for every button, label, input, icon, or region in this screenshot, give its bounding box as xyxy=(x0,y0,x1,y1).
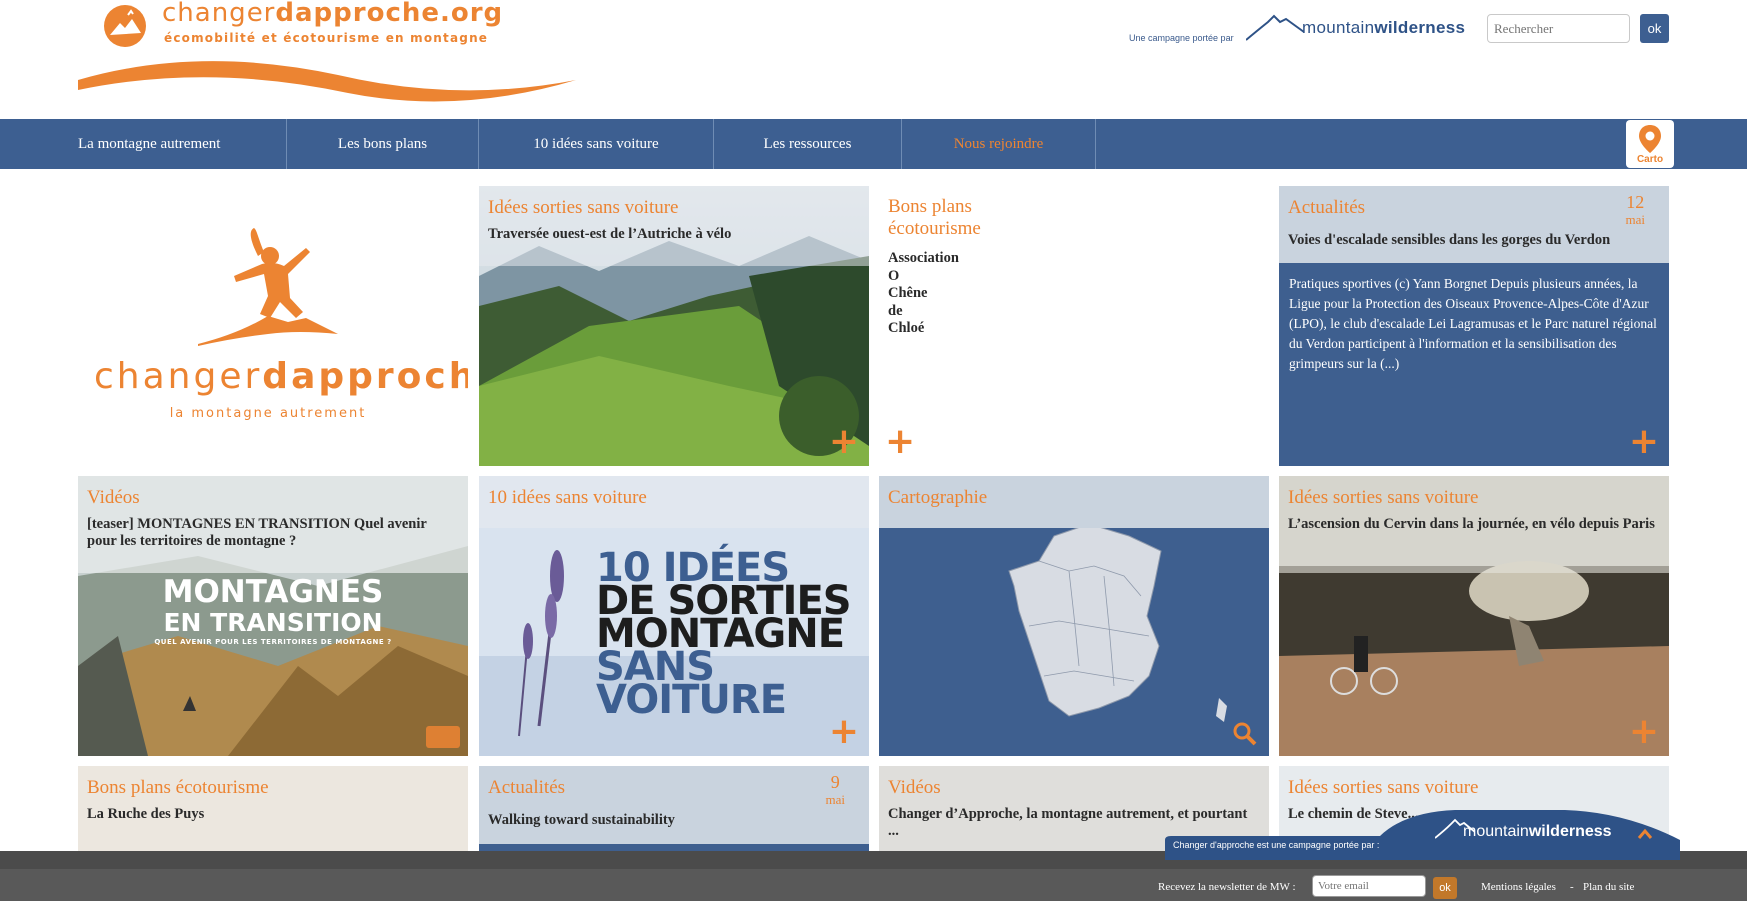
site-tagline: écomobilité et écotourisme en montagne xyxy=(164,31,489,45)
nav-item-ressources[interactable]: Les ressources xyxy=(714,119,902,169)
tile-10-idees[interactable]: 10 IDÉES DE SORTIES MONTAGNE SANS VOITUR… xyxy=(479,476,869,756)
tile-cartographie[interactable]: Cartographie xyxy=(879,476,1269,756)
zoom-search-icon[interactable] xyxy=(1231,720,1259,748)
tile-title: La Ruche des Puys xyxy=(87,806,205,822)
footer-separator: - xyxy=(1570,881,1574,893)
legal-link[interactable]: Mentions légales xyxy=(1481,881,1556,893)
newsletter-submit-button[interactable]: ok xyxy=(1433,877,1457,899)
site-name: changerdapproche.org xyxy=(162,0,504,28)
tile-title: [teaser] MONTAGNES EN TRANSITION Quel av… xyxy=(87,516,427,549)
site-header: changerdapproche.org écomobilité et écot… xyxy=(0,0,1747,119)
tile-ruche-des-puys[interactable]: Bons plans écotourisme La Ruche des Puys xyxy=(78,766,468,851)
tile-bons-plans-chloe[interactable]: Bons plans écotourisme Association O Chê… xyxy=(879,186,1269,466)
logo-mountain-icon xyxy=(104,5,146,47)
map-pin-icon xyxy=(1639,125,1661,153)
nav-item-bons-plans[interactable]: Les bons plans xyxy=(287,119,479,169)
newsletter-email-input[interactable] xyxy=(1312,875,1426,897)
tile-category: Actualités xyxy=(1288,197,1366,218)
hero-logo-tagline: la montagne autrement xyxy=(169,406,367,421)
date-badge: 12 mai xyxy=(1625,192,1646,227)
tile-category: Actualités xyxy=(488,777,566,798)
nav-item-montagne-autrement[interactable]: La montagne autrement xyxy=(78,119,287,169)
plus-icon[interactable]: + xyxy=(829,424,859,460)
tile-title: Association O Chêne de Chloé xyxy=(888,250,959,336)
tile-actualites-verdon[interactable]: Actualités Voies d'escalade sensibles da… xyxy=(1279,186,1669,466)
search-button[interactable]: ok xyxy=(1640,14,1669,43)
jumping-person-logo-icon xyxy=(198,228,338,346)
plus-icon[interactable]: + xyxy=(829,714,859,750)
plus-icon[interactable]: + xyxy=(1629,424,1659,460)
logo-swoosh-shape xyxy=(78,61,576,102)
tile-walking-sustainability[interactable]: Actualités Walking toward sustainability… xyxy=(479,766,869,851)
tile-category: Idées sorties sans voiture xyxy=(1288,487,1479,508)
hero-logo-name: changerdapproche xyxy=(94,356,468,397)
tile-title: Traversée ouest-est de l’Autriche à vélo xyxy=(488,226,732,242)
site-logo[interactable]: changerdapproche.org écomobilité et écot… xyxy=(78,0,578,112)
tile-cervin[interactable]: Idées sorties sans voiture L’ascension d… xyxy=(1279,476,1669,756)
tile-category: Bons plans écotourisme xyxy=(87,777,269,798)
sitemap-link[interactable]: Plan du site xyxy=(1583,881,1634,893)
nav-item-nous-rejoindre[interactable]: Nous rejoindre xyxy=(902,119,1096,169)
nav-item-10-idees[interactable]: 10 idées sans voiture xyxy=(479,119,714,169)
tile-category: Idées sorties sans voiture xyxy=(488,197,679,218)
banner-mw-name: mountainwilderness xyxy=(1463,823,1612,840)
newsletter-label: Recevez la newsletter de MW : xyxy=(1158,881,1296,893)
tile-austria[interactable]: Idées sorties sans voiture Traversée oue… xyxy=(479,186,869,466)
tile-title: Walking toward sustainability xyxy=(488,812,675,828)
mountain-icon xyxy=(1246,14,1305,41)
tile-category: Vidéos xyxy=(87,487,140,508)
plus-icon[interactable]: + xyxy=(1629,714,1659,750)
tile-category: Bons plans écotourisme xyxy=(888,196,981,239)
tile-title: L’ascension du Cervin dans la journée, e… xyxy=(1288,516,1655,532)
date-badge: 9 mai xyxy=(825,772,846,807)
tile-category: 10 idées sans voiture xyxy=(488,487,647,508)
banner-caption: Changer d'approche est une campagne port… xyxy=(1173,840,1380,850)
tile-title: Voies d'escalade sensibles dans les gorg… xyxy=(1288,232,1611,248)
campaign-label: Une campagne portée par xyxy=(1129,33,1234,43)
mountain-wilderness-logo[interactable]: mountainwilderness xyxy=(1246,12,1476,44)
play-icon[interactable] xyxy=(426,726,460,748)
search-input[interactable] xyxy=(1487,14,1630,43)
main-nav: La montagne autrement Les bons plans 10 … xyxy=(0,119,1747,169)
tile-excerpt: Pratiques sportives (c) Yann Borgnet Dep… xyxy=(1289,276,1657,371)
carto-button[interactable]: Carto xyxy=(1626,120,1674,168)
site-footer: Recevez la newsletter de MW : ok Mention… xyxy=(0,869,1747,901)
tile-category: Cartographie xyxy=(888,487,988,508)
video-overlay-title: MONTAGNES EN TRANSITION QUEL AVENIR POUR… xyxy=(154,574,392,646)
tile-category: Vidéos xyxy=(888,777,941,798)
chevron-up-icon[interactable] xyxy=(1637,828,1653,840)
tile-category: Idées sorties sans voiture xyxy=(1288,777,1479,798)
plus-icon[interactable]: + xyxy=(885,424,915,460)
mountain-wilderness-banner[interactable]: Changer d'approche est une campagne port… xyxy=(1165,810,1680,860)
tile-video-montagnes[interactable]: MONTAGNES EN TRANSITION QUEL AVENIR POUR… xyxy=(78,476,468,756)
hero-logo-tile[interactable]: changerdapproche la montagne autrement xyxy=(78,186,468,466)
poster-title: 10 IDÉES DE SORTIES MONTAGNE SANS VOITUR… xyxy=(596,545,852,723)
